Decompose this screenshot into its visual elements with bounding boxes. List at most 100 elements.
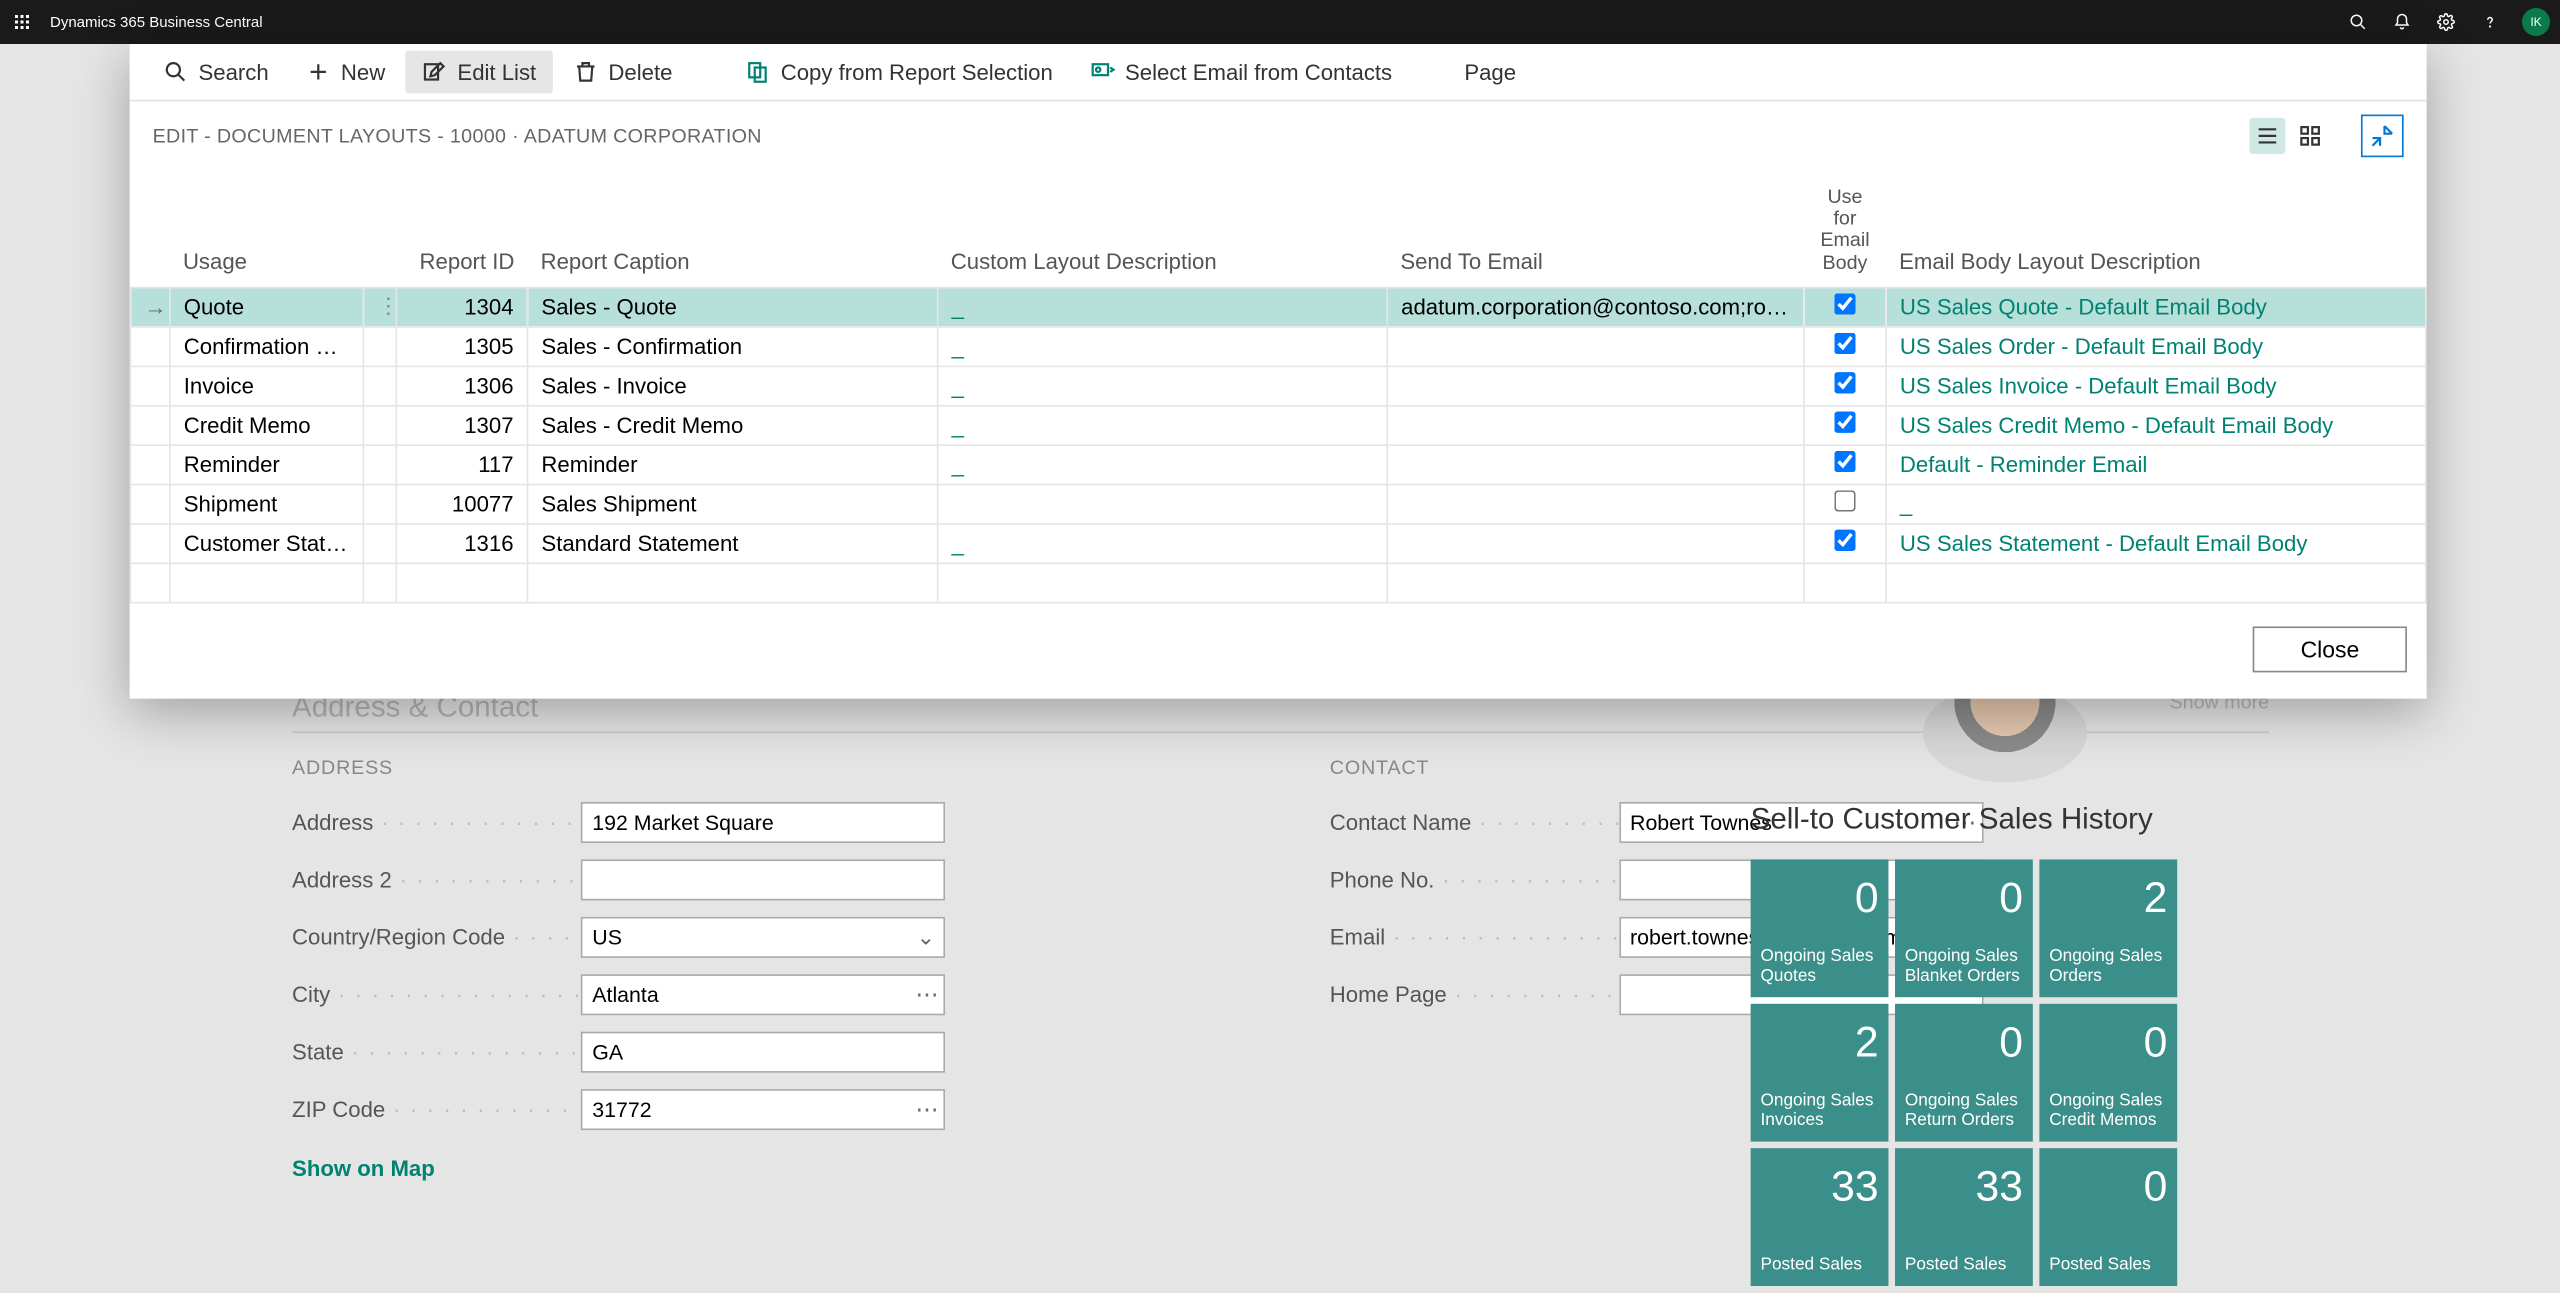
history-tile[interactable]: 33Posted Sales — [1751, 1148, 1889, 1286]
cell-report-id[interactable]: 1307 — [396, 405, 527, 444]
cell-report-id[interactable]: 1304 — [396, 287, 527, 326]
user-avatar[interactable]: IK — [2522, 8, 2550, 36]
history-tile[interactable]: 2Ongoing Sales Orders — [2039, 859, 2177, 997]
history-tile[interactable]: 2Ongoing Sales Invoices — [1751, 1004, 1889, 1142]
col-custom[interactable]: Custom Layout Description — [938, 180, 1388, 287]
table-row[interactable]: Reminder117Reminder_Default - Reminder E… — [130, 445, 2425, 484]
search-button[interactable]: Search — [146, 51, 285, 94]
history-tile[interactable]: 33Posted Sales — [1895, 1148, 2033, 1286]
cell-caption[interactable]: Sales - Invoice — [527, 366, 937, 405]
cell-usage[interactable]: Reminder — [170, 445, 364, 484]
cell-send-to[interactable] — [1387, 445, 1804, 484]
show-on-map-link[interactable]: Show on Map — [292, 1156, 435, 1181]
cell-usage[interactable]: Confirmation Or... — [170, 327, 364, 366]
state-field[interactable] — [581, 1032, 945, 1073]
history-tile[interactable]: 0Ongoing Sales Blanket Orders — [1895, 859, 2033, 997]
cell-send-to[interactable] — [1387, 523, 1804, 562]
row-menu-icon[interactable]: ⋮ — [363, 287, 396, 326]
cell-caption[interactable]: Sales - Credit Memo — [527, 405, 937, 444]
cell-report-id[interactable]: 117 — [396, 445, 527, 484]
use-body-checkbox[interactable] — [1834, 294, 1855, 315]
cell-use-body[interactable] — [1804, 287, 1886, 326]
history-tile[interactable]: 0Ongoing Sales Return Orders — [1895, 1004, 2033, 1142]
col-report-id[interactable]: Report ID — [396, 180, 527, 287]
copy-report-button[interactable]: Copy from Report Selection — [728, 51, 1069, 94]
col-body-layout[interactable]: Email Body Layout Description — [1886, 180, 2426, 287]
use-body-checkbox[interactable] — [1834, 412, 1855, 433]
cell-send-to[interactable] — [1387, 484, 1804, 523]
city-field[interactable] — [581, 974, 945, 1015]
history-tile[interactable]: 0Ongoing Sales Quotes — [1751, 859, 1889, 997]
table-row-empty[interactable] — [130, 563, 2425, 602]
cell-caption[interactable]: Sales - Confirmation — [527, 327, 937, 366]
cell-body-layout[interactable]: US Sales Credit Memo - Default Email Bod… — [1886, 405, 2426, 444]
cell-report-id[interactable]: 10077 — [396, 484, 527, 523]
address2-field[interactable] — [581, 859, 945, 900]
table-row[interactable]: →Quote⋮1304Sales - Quote_adatum.corporat… — [130, 287, 2425, 326]
tile-view-icon[interactable] — [2292, 118, 2328, 154]
cell-body-layout[interactable]: Default - Reminder Email — [1886, 445, 2426, 484]
app-launcher-icon[interactable] — [0, 0, 44, 44]
cell-caption[interactable]: Sales - Quote — [527, 287, 937, 326]
country-field[interactable] — [581, 917, 945, 958]
row-menu-icon[interactable] — [363, 445, 396, 484]
cell-use-body[interactable] — [1804, 445, 1886, 484]
cell-report-id[interactable]: 1306 — [396, 366, 527, 405]
cell-custom[interactable]: _ — [938, 523, 1388, 562]
cell-use-body[interactable] — [1804, 405, 1886, 444]
row-menu-icon[interactable] — [363, 327, 396, 366]
cell-use-body[interactable] — [1804, 327, 1886, 366]
page-menu[interactable]: Page — [1448, 51, 1533, 92]
table-row[interactable]: Confirmation Or...1305Sales - Confirmati… — [130, 327, 2425, 366]
close-button[interactable]: Close — [2253, 626, 2407, 672]
cell-body-layout[interactable]: US Sales Order - Default Email Body — [1886, 327, 2426, 366]
cell-use-body[interactable] — [1804, 523, 1886, 562]
table-row[interactable]: Credit Memo1307Sales - Credit Memo_US Sa… — [130, 405, 2425, 444]
zip-field[interactable] — [581, 1089, 945, 1130]
row-menu-icon[interactable] — [363, 405, 396, 444]
cell-report-id[interactable]: 1316 — [396, 523, 527, 562]
history-tile[interactable]: 0Ongoing Sales Credit Memos — [2039, 1004, 2177, 1142]
chevron-down-icon[interactable]: ⌄ — [917, 924, 936, 950]
cell-usage[interactable]: Invoice — [170, 366, 364, 405]
collapse-icon[interactable] — [2361, 115, 2404, 158]
cell-usage[interactable]: Customer State... — [170, 523, 364, 562]
col-usage[interactable]: Usage — [170, 180, 364, 287]
select-email-button[interactable]: Select Email from Contacts — [1073, 51, 1409, 94]
cell-send-to[interactable] — [1387, 366, 1804, 405]
new-button[interactable]: New — [288, 51, 401, 94]
gear-icon[interactable] — [2424, 0, 2468, 44]
cell-caption[interactable]: Sales Shipment — [527, 484, 937, 523]
col-use-body[interactable]: Use for Email Body — [1804, 180, 1886, 287]
use-body-checkbox[interactable] — [1834, 373, 1855, 394]
use-body-checkbox[interactable] — [1834, 451, 1855, 472]
use-body-checkbox[interactable] — [1834, 491, 1855, 512]
search-icon[interactable] — [2336, 0, 2380, 44]
use-body-checkbox[interactable] — [1834, 333, 1855, 354]
delete-button[interactable]: Delete — [556, 51, 689, 94]
table-row[interactable]: Customer State... 1316Standard Statement_… — [130, 523, 2425, 562]
address-field[interactable] — [581, 802, 945, 843]
edit-list-button[interactable]: Edit List — [405, 51, 553, 94]
ellipsis-icon[interactable]: ⋯ — [916, 1096, 939, 1124]
cell-send-to[interactable] — [1387, 405, 1804, 444]
cell-caption[interactable]: Standard Statement — [527, 523, 937, 562]
cell-custom[interactable]: _ — [938, 366, 1388, 405]
cell-caption[interactable]: Reminder — [527, 445, 937, 484]
cell-body-layout[interactable]: US Sales Statement - Default Email Body — [1886, 523, 2426, 562]
cell-custom[interactable]: _ — [938, 445, 1388, 484]
row-menu-icon[interactable] — [363, 484, 396, 523]
cell-use-body[interactable] — [1804, 484, 1886, 523]
col-send-to[interactable]: Send To Email — [1387, 180, 1804, 287]
cell-custom[interactable]: _ — [938, 327, 1388, 366]
help-icon[interactable] — [2468, 0, 2512, 44]
cell-custom[interactable]: _ — [938, 405, 1388, 444]
row-menu-icon[interactable] — [363, 366, 396, 405]
use-body-checkbox[interactable] — [1834, 530, 1855, 551]
cell-send-to[interactable]: adatum.corporation@contoso.com;rober... — [1387, 287, 1804, 326]
cell-send-to[interactable] — [1387, 327, 1804, 366]
table-row[interactable]: Shipment10077Sales Shipment_ — [130, 484, 2425, 523]
cell-custom[interactable] — [938, 484, 1388, 523]
ellipsis-icon[interactable]: ⋯ — [916, 981, 939, 1009]
cell-body-layout[interactable]: _ — [1886, 484, 2426, 523]
